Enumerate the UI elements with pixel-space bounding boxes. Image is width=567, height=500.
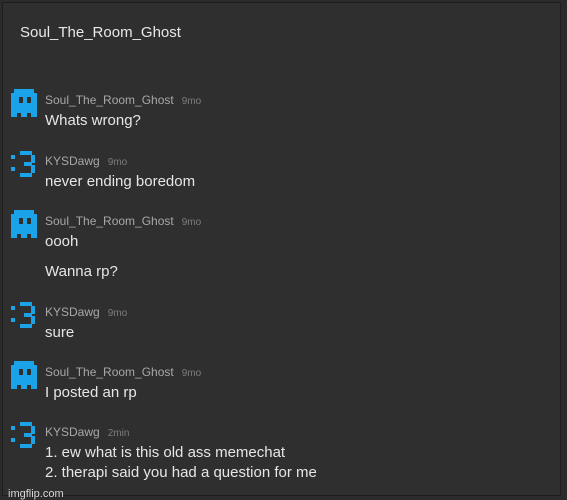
- username[interactable]: Soul_The_Room_Ghost: [45, 365, 174, 379]
- timestamp: 9mo: [107, 308, 128, 319]
- message-meta: Soul_The_Room_Ghost 9mo: [45, 365, 201, 379]
- timestamp: 9mo: [181, 368, 202, 379]
- message-meta: Soul_The_Room_Ghost 9mo: [45, 93, 201, 107]
- chat-title: Soul_The_Room_Ghost: [20, 24, 181, 41]
- timestamp: 2min: [107, 428, 130, 439]
- smiley-icon[interactable]: [10, 150, 38, 178]
- username[interactable]: KYSDawg: [45, 305, 100, 319]
- timestamp: 9mo: [181, 96, 202, 107]
- chat-window: Soul_The_Room_Ghost Soul_The_Room_Ghost 9…: [2, 2, 561, 500]
- username[interactable]: KYSDawg: [45, 154, 100, 168]
- message-meta: Soul_The_Room_Ghost 9mo: [45, 214, 201, 228]
- username[interactable]: Soul_The_Room_Ghost: [45, 214, 174, 228]
- message-text: never ending boredom: [45, 173, 196, 190]
- timestamp: 9mo: [181, 217, 202, 228]
- ghost-icon[interactable]: [10, 361, 38, 389]
- ghost-icon[interactable]: [10, 89, 38, 117]
- message-text: I posted an rp: [45, 384, 137, 401]
- message-meta: KYSDawg 2min: [45, 425, 129, 439]
- ghost-icon[interactable]: [10, 210, 38, 238]
- watermark: imgflip.com: [8, 488, 64, 500]
- message-text: sure: [45, 324, 75, 341]
- smiley-icon[interactable]: [10, 421, 38, 449]
- message-text: oooh: [45, 233, 79, 250]
- message-text: 1. ew what is this old ass memechat: [45, 444, 286, 461]
- message-meta: KYSDawg 9mo: [45, 154, 127, 168]
- username[interactable]: KYSDawg: [45, 425, 100, 439]
- message-text: Whats wrong?: [45, 112, 141, 129]
- message-meta: KYSDawg 9mo: [45, 305, 127, 319]
- smiley-icon[interactable]: [10, 301, 38, 329]
- chat-header: Soul_The_Room_Ghost: [3, 3, 560, 61]
- message-text: Wanna rp?: [45, 263, 118, 280]
- timestamp: 9mo: [107, 157, 128, 168]
- message-text: 2. therapi said you had a question for m…: [45, 464, 317, 481]
- username[interactable]: Soul_The_Room_Ghost: [45, 93, 174, 107]
